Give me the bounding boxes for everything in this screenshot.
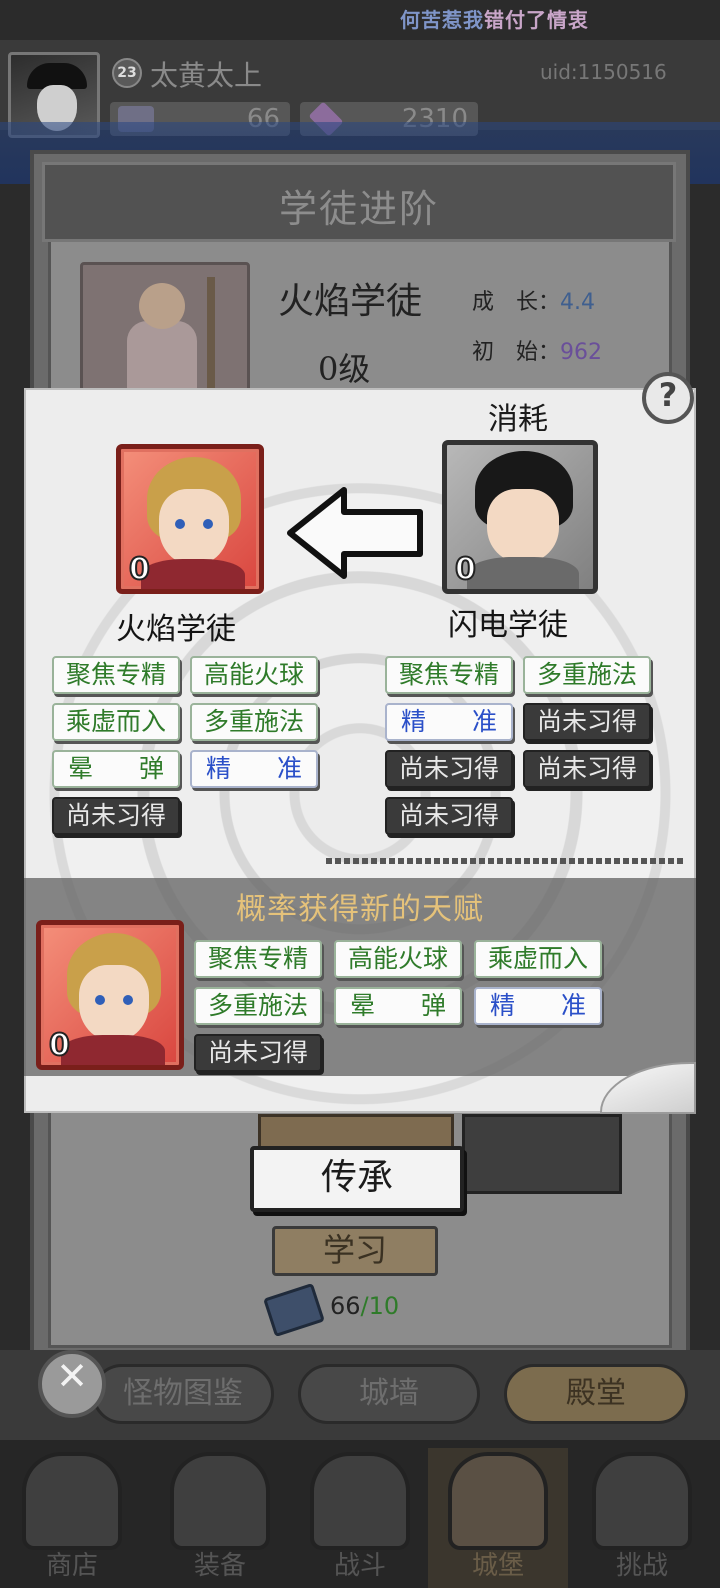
talent-chip[interactable]: 尚未习得 xyxy=(52,797,180,835)
player-uid: uid:1150516 xyxy=(540,60,667,84)
source-apprentice-portrait[interactable]: 0 xyxy=(442,440,598,594)
source-apprentice-name: 闪电学徒 xyxy=(448,608,568,643)
tab-wall[interactable]: 城墙 xyxy=(298,1364,480,1424)
nav-equipment[interactable]: 装备 xyxy=(150,1448,290,1588)
talent-chip[interactable]: 多重施法 xyxy=(190,703,318,741)
talent-chip[interactable]: 晕弹 xyxy=(334,987,462,1025)
shield-icon xyxy=(592,1452,692,1550)
target-apprentice-portrait[interactable]: 0 xyxy=(116,444,264,594)
talent-chip[interactable]: 精准 xyxy=(190,750,318,788)
target-apprentice-name: 火焰学徒 xyxy=(116,612,236,647)
initial-value: 962 xyxy=(560,340,603,365)
talent-chip[interactable]: 乘虚而入 xyxy=(474,940,602,978)
talent-chip[interactable]: 尚未习得 xyxy=(523,703,651,741)
talent-chip[interactable]: 聚焦专精 xyxy=(385,656,513,694)
talent-chip[interactable]: 高能火球 xyxy=(190,656,318,694)
hero-full-portrait xyxy=(80,262,250,392)
backpack-icon xyxy=(170,1452,270,1550)
consume-label: 消耗 xyxy=(488,402,548,437)
arrow-left-icon xyxy=(287,487,423,579)
nav-castle[interactable]: 城堡 xyxy=(428,1448,568,1588)
talent-chip[interactable]: 多重施法 xyxy=(194,987,322,1025)
panel-title: 学徒进阶 xyxy=(278,187,439,231)
talent-chip[interactable]: 尚未习得 xyxy=(523,750,651,788)
skill-book-count: 66/10 xyxy=(330,1292,400,1320)
talent-chip[interactable]: 聚焦专精 xyxy=(52,656,180,694)
hero-level: 0级 xyxy=(318,350,371,388)
talent-chip[interactable]: 多重施法 xyxy=(523,656,651,694)
player-level-badge: 23 xyxy=(112,58,142,88)
source-level: 0 xyxy=(454,551,477,588)
nav-challenge[interactable]: 挑战 xyxy=(572,1448,712,1588)
stat-growth: 成 长：4.4 xyxy=(472,290,596,315)
marquee-text: 何苦惹我错付了情衷 xyxy=(400,8,589,32)
hero-name: 火焰学徒 xyxy=(278,281,423,322)
learn-button[interactable]: 学习 xyxy=(272,1226,438,1276)
nav-shop[interactable]: 商店 xyxy=(2,1448,142,1588)
close-icon[interactable]: ✕ xyxy=(38,1350,106,1418)
talent-chip[interactable]: 精准 xyxy=(474,987,602,1025)
talent-chip[interactable]: 尚未习得 xyxy=(194,1034,322,1072)
talent-chip[interactable]: 尚未习得 xyxy=(385,797,513,835)
tab-hall[interactable]: 殿堂 xyxy=(504,1364,688,1424)
help-button[interactable]: ? xyxy=(642,372,694,424)
target-level: 0 xyxy=(128,551,151,588)
divider xyxy=(326,858,686,864)
growth-value: 4.4 xyxy=(560,290,596,315)
talent-chip[interactable]: 精准 xyxy=(385,703,513,741)
nav-battle[interactable]: 战斗 xyxy=(290,1448,430,1588)
talent-chip[interactable]: 聚焦专精 xyxy=(194,940,322,978)
shop-icon xyxy=(22,1452,122,1550)
stat-initial: 初 始：962 xyxy=(472,340,603,365)
player-name: 太黄太上 xyxy=(150,59,263,92)
talent-chip[interactable]: 尚未习得 xyxy=(385,750,513,788)
result-level: 0 xyxy=(48,1027,71,1064)
result-apprentice-portrait: 0 xyxy=(36,920,184,1070)
castle-icon xyxy=(448,1452,548,1550)
talent-chip[interactable]: 晕弹 xyxy=(52,750,180,788)
tab-monster-codex[interactable]: 怪物图鉴 xyxy=(92,1364,274,1424)
card-back xyxy=(462,1114,622,1194)
talent-chip[interactable]: 乘虚而入 xyxy=(52,703,180,741)
crossed-swords-icon xyxy=(310,1452,410,1550)
inherit-button[interactable]: 传承 xyxy=(250,1146,464,1212)
talent-chip[interactable]: 高能火球 xyxy=(334,940,462,978)
